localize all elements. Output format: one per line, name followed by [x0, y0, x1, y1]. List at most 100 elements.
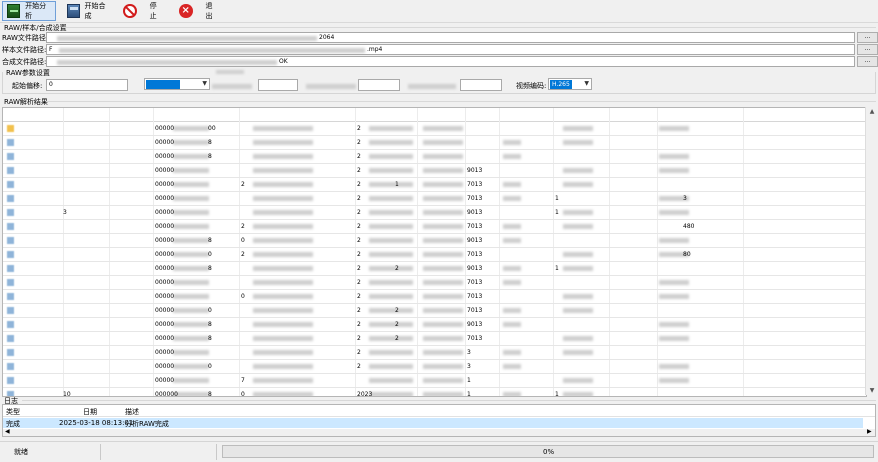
table-row[interactable]: 00000 2 7013 — [3, 276, 866, 290]
redacted — [173, 280, 209, 285]
table-row[interactable]: 00000 00 2 — [3, 122, 866, 136]
param-field-2[interactable] — [258, 79, 298, 91]
log-horizontal-scrollbar[interactable]: ◀ ▶ — [3, 428, 875, 436]
table-row[interactable]: 00000 0 2 7013 — [3, 290, 866, 304]
scroll-left-icon[interactable]: ◀ — [5, 428, 10, 435]
start-analysis-button[interactable]: 开始分析 — [2, 1, 56, 21]
table-cell: 9013 — [467, 167, 483, 174]
table-cell: 480 — [683, 223, 695, 230]
vertical-scrollbar[interactable]: ▲ ▼ — [865, 107, 878, 395]
table-cell: 00000 — [155, 349, 175, 356]
offset-field[interactable]: 0 — [46, 79, 128, 91]
table-cell: 80 — [683, 251, 691, 258]
scroll-down-icon[interactable]: ▼ — [866, 387, 878, 394]
table-row[interactable]: 00000 2 7013 1 3 — [3, 192, 866, 206]
table-cell: 00000 — [155, 377, 175, 384]
table-cell: 2 — [357, 237, 361, 244]
table-cell: 8 — [208, 265, 212, 272]
file-icon — [7, 363, 14, 370]
raw-browse-button[interactable]: ... — [857, 32, 878, 43]
stop-button[interactable]: 停止 — [118, 1, 168, 21]
redacted — [57, 36, 317, 41]
redacted — [369, 182, 413, 187]
table-cell: 00000 — [155, 293, 175, 300]
output-path-field[interactable]: OK — [46, 56, 855, 67]
file-icon — [7, 377, 14, 384]
table-row[interactable]: 00000 8 2 2 9013 — [3, 318, 866, 332]
progress-label: 0% — [543, 448, 555, 456]
redacted — [503, 308, 521, 313]
table-cell: 10 — [63, 391, 71, 397]
exit-button[interactable]: × 退出 — [174, 1, 224, 21]
start-merge-button[interactable]: 开始合成 — [62, 1, 114, 21]
results-table[interactable]: 00000 00 2 00000 8 2 00000 8 2 00000 2 9013 00000 2 2 1… — [2, 107, 867, 397]
table-cell: 2 — [357, 153, 361, 160]
redacted — [369, 168, 413, 173]
codec-select[interactable]: H.265 ▼ — [548, 78, 592, 90]
redacted — [659, 168, 689, 173]
table-row[interactable]: 00000 8 2 2 7013 — [3, 332, 866, 346]
table-row[interactable]: 00000 8 2 — [3, 136, 866, 150]
redacted — [59, 48, 365, 53]
table-cell: 1 — [467, 377, 471, 384]
table-cell: 00 — [208, 125, 216, 132]
table-cell: 2 — [395, 307, 399, 314]
table-row[interactable]: 00000 2 3 — [3, 346, 866, 360]
table-row[interactable]: 00000 2 2 7013 480 — [3, 220, 866, 234]
param-combo-1[interactable]: ▼ — [144, 78, 210, 90]
table-row[interactable]: 3 00000 2 9013 1 — [3, 206, 866, 220]
raw-path-field[interactable]: 2064 — [46, 32, 855, 43]
sample-path-field[interactable]: F .mp4 — [46, 44, 855, 55]
redacted — [369, 308, 413, 313]
param-field-4[interactable] — [460, 79, 502, 91]
table-cell: 000000 — [155, 391, 178, 397]
redacted — [503, 392, 521, 396]
redacted — [503, 238, 521, 243]
file-icon — [7, 349, 14, 356]
table-row[interactable]: 00000 2 2 1 7013 — [3, 178, 866, 192]
redacted — [173, 378, 209, 383]
table-cell: 7013 — [467, 251, 483, 258]
output-browse-button[interactable]: ... — [857, 56, 878, 67]
table-cell: 2 — [357, 349, 361, 356]
redacted — [173, 308, 209, 313]
table-row[interactable]: 00000 8 0 2 9013 — [3, 234, 866, 248]
redacted — [423, 238, 463, 243]
redacted — [369, 378, 413, 383]
table-row[interactable]: 00000 0 2 2 7013 — [3, 304, 866, 318]
table-row[interactable]: 10 000000 8 0 2023 1 1 — [3, 388, 866, 397]
redacted — [423, 308, 463, 313]
table-row[interactable]: 00000 7 1 — [3, 374, 866, 388]
sample-browse-button[interactable]: ... — [857, 44, 878, 55]
table-row[interactable]: 00000 2 9013 — [3, 164, 866, 178]
table-cell: 1 — [555, 391, 559, 397]
redacted — [173, 140, 209, 145]
status-bar: 就绪 0% — [0, 441, 878, 462]
redacted — [253, 238, 313, 243]
table-cell: 7013 — [467, 279, 483, 286]
log-entry[interactable]: 完成 2025-03-18 08:13:01 分析RAW完成 — [3, 418, 863, 428]
table-cell: 0 — [208, 363, 212, 370]
film-icon — [67, 4, 80, 18]
redacted — [503, 224, 521, 229]
table-cell: 9013 — [467, 237, 483, 244]
table-row[interactable]: 00000 8 2 2 9013 1 — [3, 262, 866, 276]
log-list[interactable]: 类型 日期 描述 完成 2025-03-18 08:13:01 分析RAW完成 … — [2, 404, 876, 437]
redacted — [212, 84, 252, 89]
table-row[interactable]: 00000 8 2 — [3, 150, 866, 164]
redacted — [173, 294, 209, 299]
redacted — [253, 364, 313, 369]
file-icon — [7, 251, 14, 258]
redacted — [306, 84, 356, 89]
table-row[interactable]: 00000 0 2 3 — [3, 360, 866, 374]
table-row[interactable]: 00000 0 2 2 7013 80 — [3, 248, 866, 262]
redacted — [423, 154, 463, 159]
table-cell: 7 — [241, 377, 245, 384]
scroll-right-icon[interactable]: ▶ — [867, 428, 872, 435]
scroll-up-icon[interactable]: ▲ — [866, 108, 878, 115]
redacted — [423, 140, 463, 145]
param-field-3[interactable] — [358, 79, 400, 91]
redacted — [659, 154, 689, 159]
redacted — [57, 60, 277, 65]
redacted — [423, 182, 463, 187]
